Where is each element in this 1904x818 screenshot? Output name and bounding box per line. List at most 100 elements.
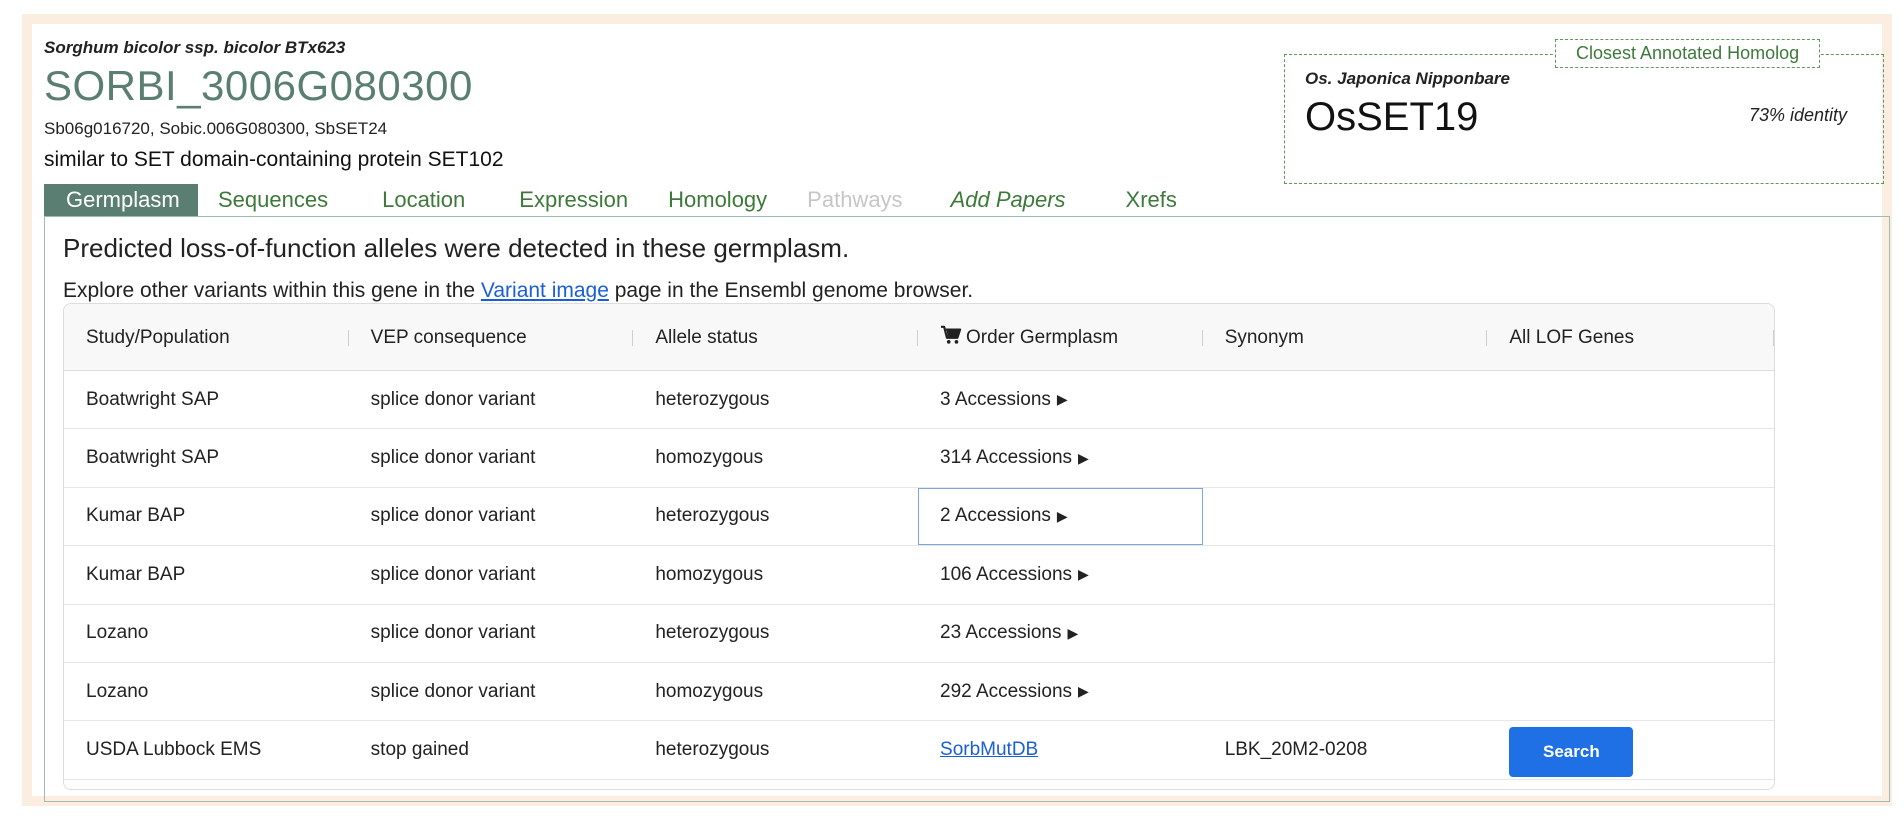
table-row: USDA Lubbock EMS stop gained heterozygou… — [64, 721, 1774, 780]
gene-description: similar to SET domain-containing protein… — [44, 148, 504, 171]
cell-all-lof-genes — [1487, 371, 1774, 428]
homolog-identity: 73% identity — [1748, 105, 1847, 125]
cell-study: Kumar BAP — [86, 505, 186, 527]
gene-synonyms: Sb06g016720, Sobic.006G080300, SbSET24 — [44, 119, 388, 138]
cell-allele-status: heterozygous — [655, 739, 770, 761]
column-header-synonym[interactable]: Synonym — [1203, 304, 1488, 371]
column-header-vep-label: VEP consequence — [370, 326, 527, 348]
triangle-right-icon: ▶ — [1078, 683, 1089, 700]
cell-study: Lozano — [86, 680, 149, 702]
closest-homolog-legend: Closest Annotated Homolog — [1555, 39, 1821, 68]
triangle-right-icon: ▶ — [1056, 391, 1068, 408]
germplasm-panel: Predicted loss-of-function alleles were … — [44, 216, 1890, 802]
tab-germplasm[interactable]: Germplasm — [44, 184, 198, 216]
cell-allele-status: heterozygous — [655, 388, 770, 410]
cell-synonym — [1203, 488, 1488, 545]
cell-allele-status: homozygous — [655, 680, 764, 702]
column-header-study[interactable]: Study/Population — [64, 304, 349, 371]
tab-homology[interactable]: Homology — [668, 184, 767, 216]
gene-species: Sorghum bicolor ssp. bicolor BTx623 — [44, 38, 346, 57]
column-header-all-lof-genes-label: All LOF Genes — [1509, 326, 1634, 348]
cell-synonym — [1203, 546, 1488, 603]
variant-explore-text: Explore other variants within this gene … — [63, 279, 973, 303]
tab-add-papers[interactable]: Add Papers — [951, 184, 1066, 216]
triangle-right-icon: ▶ — [1078, 449, 1089, 466]
table-row: Kumar BAP splice donor variant heterozyg… — [64, 487, 1774, 547]
accessions-label: 23 Accessions — [940, 622, 1062, 644]
homolog-species: Os. Japonica Nipponbare — [1305, 69, 1510, 88]
cell-order-accessions[interactable]: 3 Accessions ▶ — [918, 371, 1203, 428]
cell-vep: splice donor variant — [370, 447, 536, 469]
cell-all-lof-genes — [1487, 429, 1774, 486]
lof-alleles-table: Study/Population VEP consequence Allele … — [63, 303, 1775, 790]
tab-xrefs[interactable]: Xrefs — [1126, 184, 1177, 216]
cell-vep: splice donor variant — [370, 388, 536, 410]
variant-explore-suffix: page in the Ensembl genome browser. — [608, 279, 974, 302]
tab-location[interactable]: Location — [382, 184, 465, 216]
table-row: Lozano splice donor variant heterozygous… — [64, 604, 1774, 663]
cell-vep: splice donor variant — [370, 622, 536, 644]
column-header-allele-status-label: Allele status — [655, 326, 758, 348]
accessions-label: 2 Accessions — [940, 505, 1051, 527]
cell-allele-status: heterozygous — [655, 505, 770, 527]
tab-expression[interactable]: Expression — [519, 184, 628, 216]
triangle-right-icon: ▶ — [1056, 507, 1068, 524]
accessions-label: 106 Accessions — [940, 563, 1073, 585]
cell-all-lof-genes — [1487, 488, 1774, 545]
cell-all-lof-genes — [1487, 663, 1774, 720]
cell-vep: splice donor variant — [370, 680, 536, 702]
accessions-label: 292 Accessions — [940, 680, 1073, 702]
gene-tabs: Germplasm Sequences Location Expression … — [44, 184, 1177, 216]
cell-order-accessions[interactable]: 23 Accessions ▶ — [918, 605, 1203, 662]
germplasm-panel-title: Predicted loss-of-function alleles were … — [63, 233, 850, 263]
triangle-right-icon: ▶ — [1078, 566, 1089, 583]
cell-synonym — [1203, 663, 1488, 720]
cell-vep: stop gained — [370, 739, 469, 761]
column-header-all-lof-genes[interactable]: All LOF Genes — [1487, 304, 1774, 371]
cell-study: Boatwright SAP — [86, 447, 220, 469]
cell-all-lof-genes — [1487, 605, 1774, 662]
cell-study: Boatwright SAP — [86, 388, 220, 410]
cell-order-accessions[interactable]: 292 Accessions ▶ — [918, 663, 1203, 720]
cell-allele-status: heterozygous — [655, 622, 770, 644]
homolog-name[interactable]: OsSET19 — [1305, 95, 1478, 140]
cell-order-accessions[interactable]: 314 Accessions ▶ — [918, 429, 1203, 486]
cell-vep: splice donor variant — [370, 505, 536, 527]
tab-sequences[interactable]: Sequences — [218, 184, 328, 216]
cell-allele-status: homozygous — [655, 447, 764, 469]
column-header-study-label: Study/Population — [86, 326, 230, 348]
table-row: Boatwright SAP splice donor variant homo… — [64, 429, 1774, 488]
cell-study: Lozano — [86, 622, 149, 644]
search-lof-genes-button[interactable]: Search — [1509, 727, 1634, 778]
cell-synonym: LBK_20M2-0208 — [1224, 739, 1368, 761]
column-header-allele-status[interactable]: Allele status — [633, 304, 918, 371]
table-row: Boatwright SAP splice donor variant hete… — [64, 371, 1774, 430]
cell-order-link: SorbMutDB — [918, 721, 1203, 778]
sorbmutdb-link[interactable]: SorbMutDB — [940, 739, 1038, 761]
cell-study: USDA Lubbock EMS — [86, 739, 262, 761]
table-row: Kumar BAP splice donor variant homozygou… — [64, 546, 1774, 605]
cell-order-accessions[interactable]: 106 Accessions ▶ — [918, 546, 1203, 603]
column-header-synonym-label: Synonym — [1224, 326, 1304, 348]
cell-order-accessions[interactable]: 2 Accessions ▶ — [918, 487, 1203, 546]
table-row: Lozano splice donor variant homozygous 2… — [64, 662, 1774, 722]
column-header-vep[interactable]: VEP consequence — [349, 304, 634, 371]
closest-homolog-panel: Closest Annotated Homolog Os. Japonica N… — [1284, 39, 1884, 184]
cell-synonym — [1203, 429, 1488, 486]
tab-pathways: Pathways — [807, 187, 903, 212]
gene-id-title: SORBI_3006G080300 — [44, 62, 473, 109]
cell-all-lof-genes — [1487, 546, 1774, 603]
variant-explore-prefix: Explore other variants within this gene … — [63, 279, 481, 302]
column-header-order-germplasm[interactable]: Order Germplasm — [918, 304, 1203, 371]
variant-image-link[interactable]: Variant image — [481, 279, 609, 302]
cell-vep: splice donor variant — [370, 563, 536, 585]
column-header-order-germplasm-label: Order Germplasm — [966, 326, 1119, 348]
cell-all-lof-genes: Search — [1487, 721, 1774, 778]
cell-allele-status: homozygous — [655, 563, 764, 585]
triangle-right-icon: ▶ — [1067, 624, 1079, 641]
accessions-label: 314 Accessions — [940, 447, 1073, 469]
cell-study: Kumar BAP — [86, 563, 186, 585]
gene-page-frame: Sorghum bicolor ssp. bicolor BTx623 SORB… — [22, 14, 1892, 806]
accessions-label: 3 Accessions — [940, 388, 1051, 410]
shopping-cart-icon — [941, 325, 962, 344]
